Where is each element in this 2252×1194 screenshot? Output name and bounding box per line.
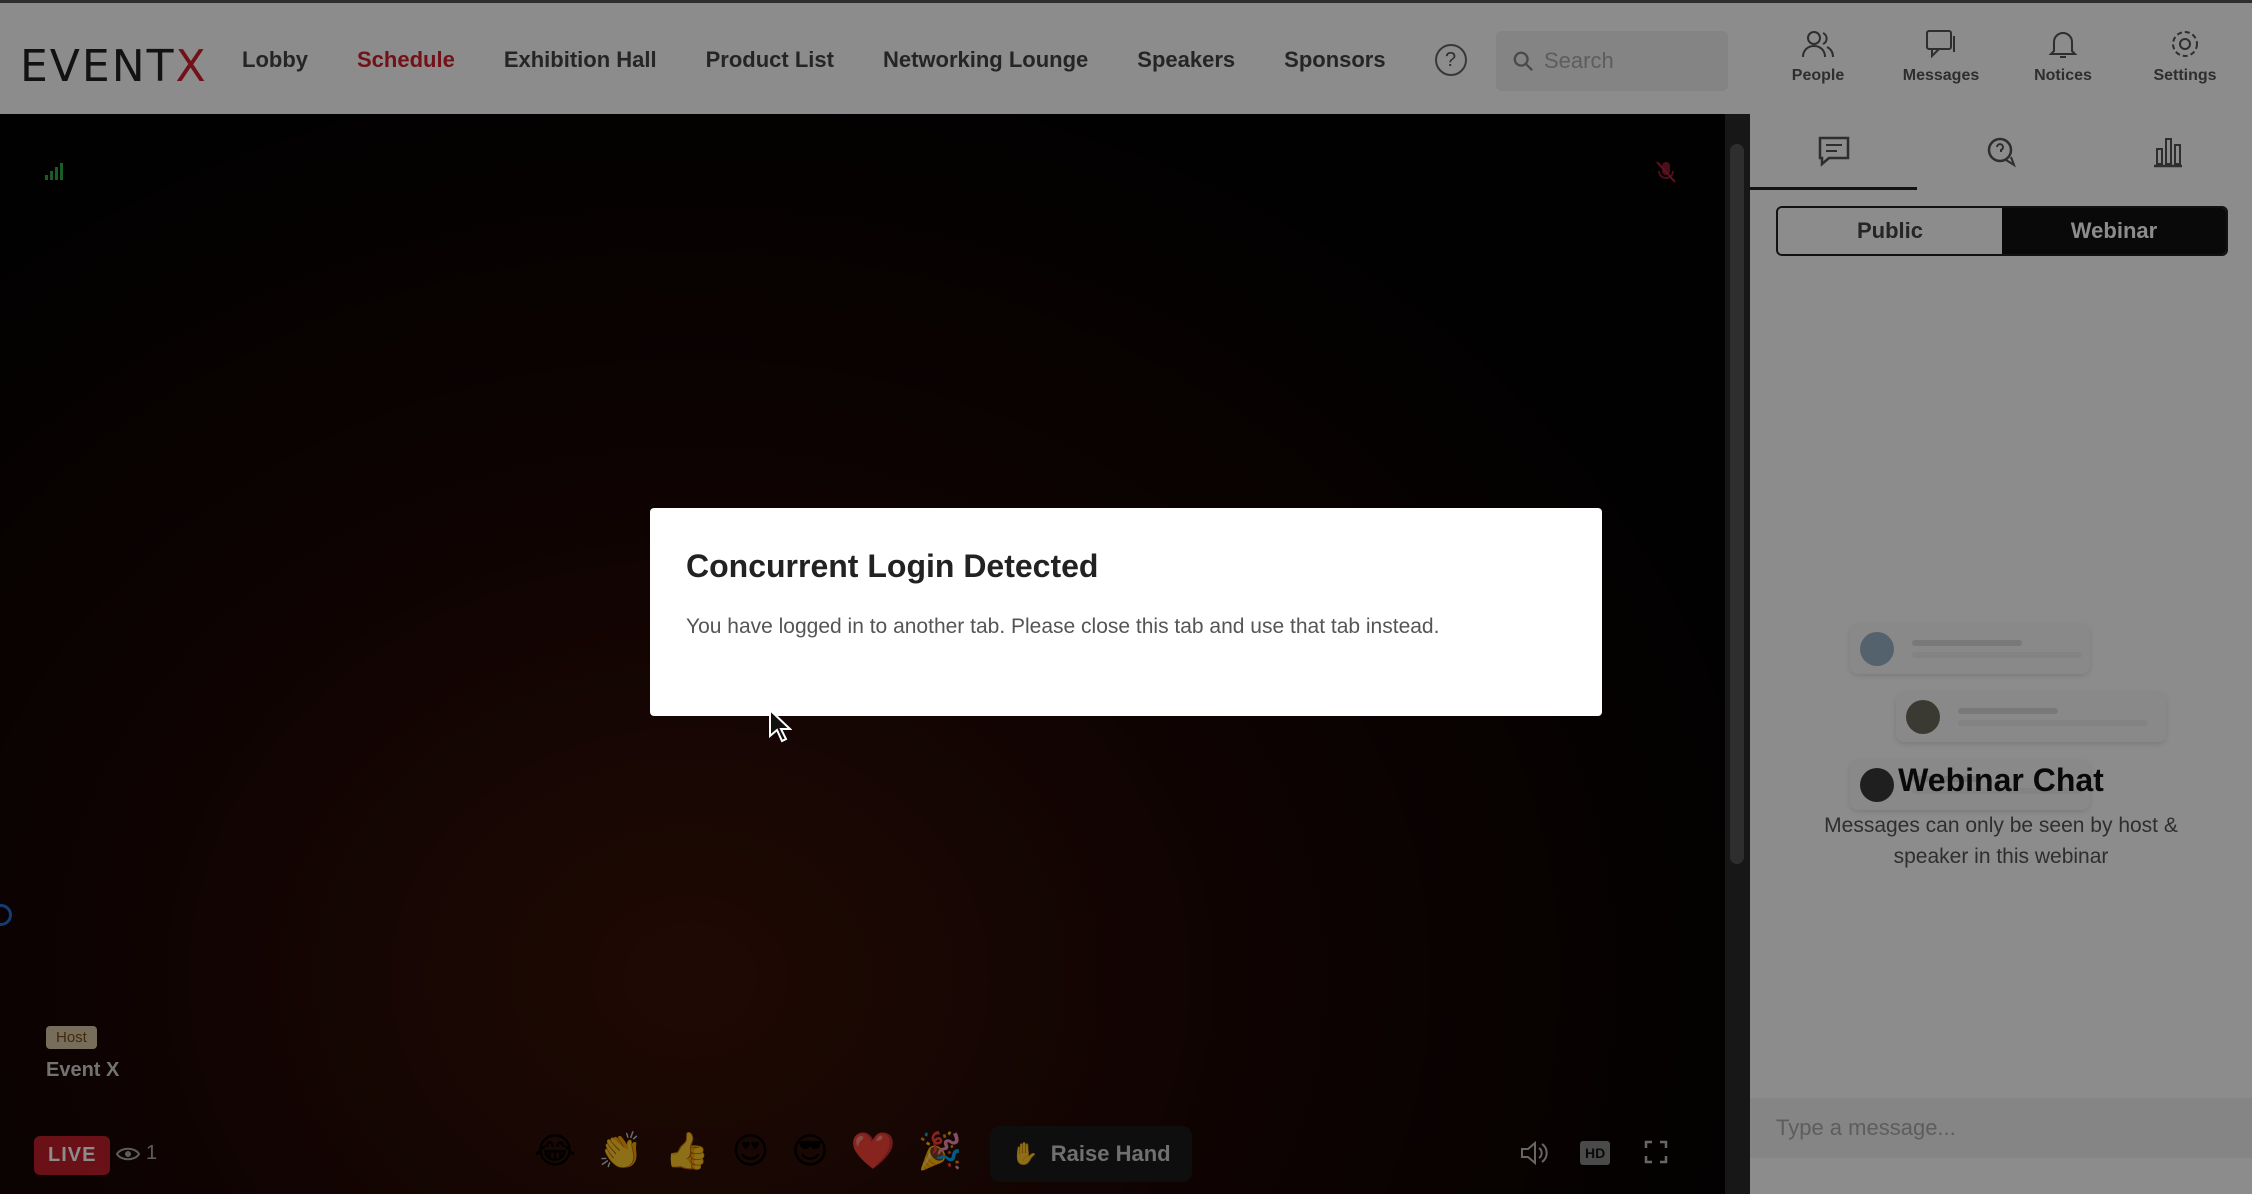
reaction-party[interactable]: 🎉 — [918, 1130, 963, 1172]
illustration-card — [1896, 692, 2166, 742]
eye-icon — [116, 1147, 140, 1160]
avatar — [1860, 632, 1894, 666]
help-icon[interactable]: ? — [1434, 44, 1467, 76]
tab-chat[interactable] — [1750, 114, 1917, 190]
search-icon — [1513, 51, 1533, 71]
nav-speakers[interactable]: Speakers — [1137, 47, 1235, 73]
nav-sponsors[interactable]: Sponsors — [1284, 47, 1385, 73]
raise-hand-button[interactable]: ✋ Raise Hand — [990, 1126, 1192, 1182]
raise-hand-label: Raise Hand — [1050, 1141, 1171, 1166]
nav-schedule[interactable]: Schedule — [357, 47, 455, 73]
chat-title: Webinar Chat — [1898, 762, 2104, 798]
message-composer — [1750, 1098, 2252, 1158]
dialog-title: Concurrent Login Detected — [686, 548, 1099, 584]
notices-button[interactable]: Notices — [2013, 27, 2113, 85]
tab-polls[interactable] — [2084, 114, 2251, 190]
signal-strength-icon — [44, 162, 64, 185]
reaction-clap[interactable]: 👏 — [598, 1130, 643, 1172]
poll-icon — [2153, 138, 2182, 168]
mic-muted-icon — [1655, 160, 1677, 190]
reaction-bar: 😂 👏 👍 😍 😎 ❤️ 🎉 — [534, 1130, 962, 1172]
page-scrollbar[interactable] — [1725, 114, 1750, 1194]
nav-lobby[interactable]: Lobby — [242, 47, 308, 73]
gear-icon — [2172, 31, 2198, 57]
bell-icon — [2048, 32, 2078, 58]
nav-exhibition-hall[interactable]: Exhibition Hall — [504, 47, 657, 73]
viewer-count: 1 — [116, 1142, 157, 1165]
hand-icon: ✋ — [1011, 1141, 1039, 1166]
messages-icon — [1926, 30, 1955, 59]
search-box[interactable] — [1496, 31, 1728, 91]
tab-qa[interactable] — [1917, 114, 2084, 190]
reaction-heart[interactable]: ❤️ — [851, 1130, 896, 1172]
logo-accent-text: X — [175, 41, 208, 92]
people-label: People — [1791, 67, 1845, 84]
reaction-laugh[interactable]: 😂 — [534, 1130, 576, 1172]
mouse-cursor-icon — [769, 708, 792, 743]
messages-button[interactable]: Messages — [1891, 27, 1991, 85]
settings-button[interactable]: Settings — [2135, 27, 2235, 85]
fullscreen-icon[interactable] — [1644, 1140, 1668, 1170]
chat-icon — [1818, 136, 1849, 167]
avatar — [1906, 700, 1940, 734]
people-button[interactable]: People — [1768, 27, 1868, 85]
scrollbar-thumb[interactable] — [1730, 144, 1744, 864]
logo-main-text: EVENT — [20, 41, 176, 92]
search-input[interactable] — [1544, 48, 1714, 74]
notices-label: Notices — [2034, 67, 2092, 84]
eventx-logo[interactable]: EVENTX — [20, 41, 208, 92]
chat-audience-toggle: Public Webinar — [1776, 206, 2228, 256]
illustration-card — [1850, 624, 2090, 674]
settings-label: Settings — [2153, 67, 2217, 84]
chat-panel: Public Webinar Webinar Chat Messages can… — [1750, 114, 2252, 1194]
panel-tabs — [1750, 114, 2252, 190]
messages-label: Messages — [1902, 67, 1980, 84]
live-badge: LIVE — [34, 1136, 111, 1175]
concurrent-login-dialog: Concurrent Login Detected You have logge… — [650, 508, 1602, 716]
host-badge: Host — [46, 1026, 97, 1049]
chat-subtitle: Messages can only be seen by host & spea… — [1824, 814, 2178, 868]
main-nav: Lobby Schedule Exhibition Hall Product L… — [242, 3, 1467, 117]
nav-product-list[interactable]: Product List — [706, 47, 834, 73]
reaction-thumbs-up[interactable]: 👍 — [665, 1130, 710, 1172]
reaction-cool[interactable]: 😎 — [791, 1130, 829, 1172]
viewer-count-value: 1 — [146, 1142, 158, 1164]
chat-empty-illustration — [1750, 514, 2252, 810]
reaction-heart-eyes[interactable]: 😍 — [732, 1130, 770, 1172]
hd-quality-button[interactable]: HD — [1580, 1141, 1611, 1165]
nav-networking-lounge[interactable]: Networking Lounge — [883, 47, 1088, 73]
dialog-message: You have logged in to another tab. Pleas… — [686, 615, 1440, 638]
qa-icon — [1987, 137, 2016, 168]
toggle-webinar[interactable]: Webinar — [2002, 208, 2226, 254]
host-name: Event X — [46, 1059, 120, 1081]
loading-indicator-icon — [0, 904, 12, 926]
toggle-public[interactable]: Public — [1778, 208, 2002, 254]
people-icon — [1802, 31, 1834, 58]
volume-icon[interactable] — [1520, 1140, 1548, 1172]
top-header: EVENTX Lobby Schedule Exhibition Hall Pr… — [0, 0, 2252, 114]
message-input[interactable] — [1776, 1115, 2216, 1141]
